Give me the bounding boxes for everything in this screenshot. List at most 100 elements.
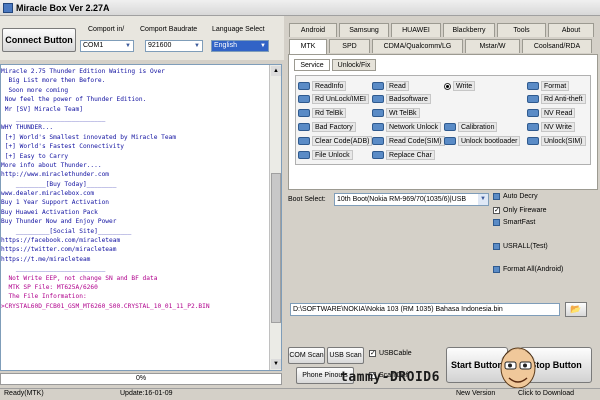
- toggle-icon: [444, 137, 456, 145]
- comport-label: Comport in/: [88, 26, 125, 33]
- only-firmware-checkbox[interactable]: Only Fireware: [493, 206, 547, 214]
- boot-select-label: Boot Select:: [288, 196, 326, 203]
- cartoon-face-icon: [500, 347, 536, 389]
- log-line: https://facebook.com/miracleteam: [1, 237, 121, 245]
- tab-android[interactable]: Android: [289, 23, 337, 37]
- chevron-down-icon: ▼: [478, 194, 488, 205]
- checkbox-box: [493, 193, 500, 200]
- auto-decry-label: Auto Decry: [503, 193, 538, 200]
- option-replace-char[interactable]: Replace Char: [372, 150, 435, 160]
- toggle-icon: [372, 123, 384, 131]
- tab-huawei[interactable]: HUAWEI: [391, 23, 441, 37]
- option-clear-code-adb[interactable]: Clear Code(ADB): [298, 136, 373, 146]
- window-title: Miracle Box Ver 2.27A: [16, 2, 110, 13]
- toggle-icon: [298, 95, 310, 103]
- usrall-checkbox[interactable]: USRALL(Test): [493, 243, 548, 250]
- toggle-icon: [298, 137, 310, 145]
- option-network-unlock[interactable]: Network Unlock: [372, 122, 442, 132]
- baudrate-select[interactable]: 921600 ▼: [145, 40, 203, 52]
- option-nv-write[interactable]: NV Write: [527, 122, 575, 132]
- checkbox-box-checked: [369, 349, 376, 357]
- option-format[interactable]: Format: [527, 81, 570, 91]
- usb-scan-button[interactable]: USB Scan: [327, 347, 364, 364]
- toggle-icon: [372, 151, 384, 159]
- log-line: Miracle 2.75 Thunder Edition Waiting is …: [1, 68, 165, 75]
- status-new-version: New Version: [456, 390, 496, 397]
- option-readinfo[interactable]: ReadInfo: [298, 81, 347, 91]
- log-line: >CRYSTAL60D_FCB01_GSM_MT6260_S00.CRYSTAL…: [1, 302, 210, 310]
- option-read-code-sim[interactable]: Read Code(SIM): [372, 136, 445, 146]
- tab-samsung[interactable]: Samsung: [339, 23, 389, 37]
- file-path-input[interactable]: D:\SOFTWARE\NOKIA\Nokia 103 (RM 1035) Ba…: [290, 303, 560, 316]
- format-all-checkbox[interactable]: Format All(Android): [493, 266, 563, 273]
- scroll-down-icon[interactable]: ▼: [271, 359, 281, 369]
- tab-spd[interactable]: SPD: [329, 39, 370, 53]
- toggle-icon: [444, 123, 456, 131]
- tab-about[interactable]: About: [548, 23, 594, 37]
- log-line: www.dealer.miraclebox.com: [1, 190, 95, 198]
- boot-select[interactable]: 10th Boot(Nokia RM-969/70(1035/6)|USB ▼: [334, 193, 489, 206]
- log-line: WHY THUNDER...: [1, 124, 54, 132]
- usb-cable-checkbox[interactable]: USBCable: [369, 349, 412, 357]
- toggle-icon: [372, 137, 384, 145]
- smartfast-checkbox[interactable]: SmartFast: [493, 219, 535, 226]
- tab-cdma-qualcomm-lg[interactable]: CDMA/Qualcomm/LG: [372, 39, 463, 53]
- comport-select[interactable]: COM1 ▼: [80, 40, 134, 52]
- toggle-icon: [298, 109, 310, 117]
- option-bad-factory[interactable]: Bad Factory: [298, 122, 356, 132]
- log-line: ________[Buy Today]________: [1, 180, 117, 188]
- tab-blackberry[interactable]: Blackberry: [443, 23, 495, 37]
- toggle-icon: [527, 123, 539, 131]
- log-line: ________________________: [1, 265, 106, 273]
- folder-open-icon[interactable]: 📂: [565, 302, 587, 317]
- auto-decry-checkbox[interactable]: Auto Decry: [493, 193, 538, 200]
- option-badsoftware[interactable]: Badsoftware: [372, 94, 431, 104]
- option-label: NV Write: [541, 122, 575, 132]
- option-nv-read[interactable]: NV Read: [527, 108, 576, 118]
- tab-tools[interactable]: Tools: [497, 23, 546, 37]
- com-scan-button[interactable]: COM Scan: [288, 347, 325, 364]
- scroll-thumb[interactable]: [271, 173, 281, 323]
- log-line: Buy 1 Year Support Activation: [1, 199, 110, 207]
- tab-mstar-w[interactable]: Mstar/W: [465, 39, 520, 53]
- option-unlock-sim[interactable]: Unlock(SIM): [527, 136, 586, 146]
- option-rd-anti-theft[interactable]: Rd Anti-theft: [527, 94, 586, 104]
- option-label: Network Unlock: [386, 122, 442, 132]
- scroll-up-icon[interactable]: ▲: [271, 66, 281, 76]
- comport-value: COM1: [83, 42, 104, 49]
- boot-select-value: 10th Boot(Nokia RM-969/70(1035/6)|USB: [337, 196, 467, 203]
- option-rd-telbk[interactable]: Rd TelBk: [298, 108, 346, 118]
- log-line: https://t.me/miracleteam: [1, 255, 91, 263]
- log-panel[interactable]: Miracle 2.75 Thunder Edition Waiting is …: [0, 64, 282, 371]
- log-line: Buy Huawei Activation Pack: [1, 208, 98, 216]
- language-select[interactable]: English ▼: [211, 40, 269, 52]
- tab-mtk[interactable]: MTK: [289, 39, 327, 54]
- chevron-down-icon: ▼: [194, 43, 200, 49]
- toggle-icon: [298, 151, 310, 159]
- status-download-link[interactable]: Click to Download: [518, 390, 574, 397]
- baudrate-label: Comport Baudrate: [140, 26, 198, 33]
- subtab-service[interactable]: Service: [294, 59, 330, 71]
- option-rd-unlock-imei[interactable]: Rd UnLock/IMEI: [298, 94, 369, 104]
- connect-button[interactable]: Connect Button: [2, 28, 76, 52]
- log-line: _________[Social Site]_________: [1, 227, 132, 235]
- option-write[interactable]: Write: [444, 81, 476, 91]
- option-label: Rd Anti-theft: [541, 94, 586, 104]
- chevron-down-icon: ▼: [125, 43, 131, 49]
- toggle-icon: [527, 95, 539, 103]
- language-value: English: [214, 42, 237, 49]
- option-unlock-bootloader[interactable]: Unlock bootloader: [444, 136, 521, 146]
- tab-coolsand-rda[interactable]: Coolsand/RDA: [522, 39, 592, 53]
- subtab-unlock-fix[interactable]: Unlock/Fix: [332, 59, 376, 71]
- option-label: Bad Factory: [312, 122, 356, 132]
- log-scrollbar[interactable]: ▲ ▼: [269, 65, 281, 370]
- log-line: More info about Thunder....: [1, 161, 102, 169]
- log-line: https://twitter.com/miracleteam: [1, 246, 117, 254]
- log-line: Big List more then Before.: [1, 77, 106, 85]
- option-wt-telbk[interactable]: Wt TelBk: [372, 108, 420, 118]
- option-calibration[interactable]: Calibration: [444, 122, 498, 132]
- option-file-unlock[interactable]: File Unlock: [298, 150, 353, 160]
- option-label: Rd UnLock/IMEI: [312, 94, 369, 104]
- option-label: Write: [453, 81, 476, 91]
- option-read[interactable]: Read: [372, 81, 409, 91]
